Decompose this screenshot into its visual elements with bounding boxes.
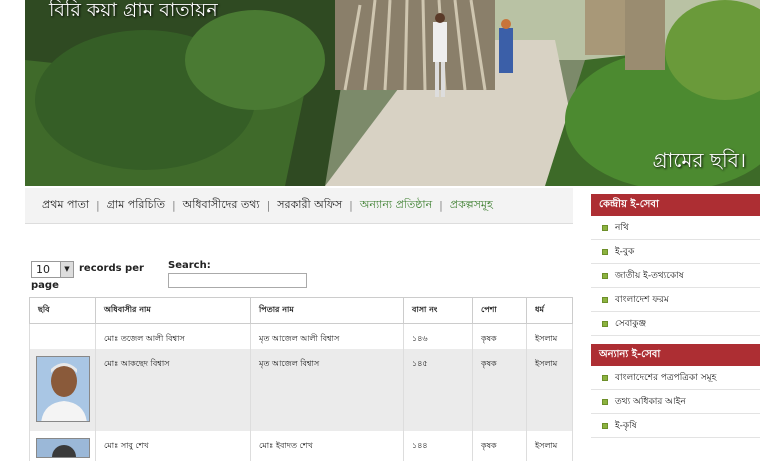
cell-photo — [29, 323, 96, 349]
chevron-down-icon[interactable]: ▼ — [60, 262, 73, 277]
sidebar-item-label: তথ্য অধিকার আইন — [615, 397, 686, 407]
cell-resident-name: মোঃ আকছেদ বিশ্বাস — [95, 348, 251, 431]
records-per-label: records per — [79, 263, 144, 274]
village-banner-photo: বিরি কয়া গ্রাম বাতায়ন গ্রামের ছবি। — [25, 0, 760, 186]
column-header-house-no[interactable]: বাসা নং — [403, 297, 473, 324]
sidebar-item-label: জাতীয় ই-তথ্যকোষ — [615, 271, 684, 281]
page-left-margin — [0, 0, 25, 450]
page-length-select[interactable]: 10 ▼ — [31, 261, 74, 278]
sidebar-item-label: সেবাকুঞ্জ — [615, 319, 647, 329]
nav-other-institutions[interactable]: অন্যান্য প্রতিষ্ঠান — [353, 196, 439, 215]
cell-father-name: মৃত আজেল বিশ্বাস — [250, 348, 404, 431]
search-input[interactable] — [168, 273, 307, 288]
cell-house-no: ১৪৪ — [403, 430, 473, 461]
sidebar-heading-other-eservices: অন্যান্য ই-সেবা — [591, 344, 760, 366]
sidebar-item-label: বাংলাদেশের পত্রপত্রিকা সমূহ — [615, 373, 717, 383]
bullet-icon — [602, 249, 608, 255]
bullet-icon — [602, 375, 608, 381]
table-row: মোঃ আকছেদ বিশ্বাস মৃত আজেল বিশ্বাস ১৪৫ ক… — [29, 348, 573, 431]
main-navigation: প্রথম পাতা | গ্রাম পরিচিতি | অধিবাসীদের … — [25, 188, 573, 224]
sidebar: কেন্দ্রীয় ই-সেবা নথি ই-বুক জাতীয় ই-তথ্… — [591, 194, 760, 450]
column-header-photo[interactable]: ছবি — [29, 297, 96, 324]
cell-religion: ইসলাম — [526, 348, 573, 431]
cell-profession: কৃষক — [472, 348, 527, 431]
sidebar-item-label: ই-বুক — [615, 247, 635, 257]
bullet-icon — [602, 273, 608, 279]
cell-father-name: মৃত আজেল আলী বিশ্বাস — [250, 323, 404, 349]
sidebar-item-label: নথি — [615, 223, 629, 233]
sidebar-heading-central-eservices: কেন্দ্রীয় ই-সেবা — [591, 194, 760, 216]
table-row: মোঃ তজেল আলী বিশ্বাস মৃত আজেল আলী বিশ্বা… — [29, 323, 573, 349]
sidebar-item-national-einfo[interactable]: জাতীয় ই-তথ্যকোষ — [591, 264, 760, 288]
bullet-icon — [602, 225, 608, 231]
nav-projects[interactable]: প্রকল্পসমূহ — [443, 196, 500, 215]
table-controls: 10 ▼ records per page Search: — [31, 258, 331, 298]
cell-house-no: ১৪৬ — [403, 323, 473, 349]
nav-home[interactable]: প্রথম পাতা — [35, 196, 96, 215]
cell-father-name: মোঃ ইবাদত শেখ — [250, 430, 404, 461]
table-header-row: ছবি অধিবাসীর নাম পিতার নাম বাসা নং পেশা … — [29, 297, 573, 324]
sidebar-list-other: বাংলাদেশের পত্রপত্রিকা সমূহ তথ্য অধিকার … — [591, 366, 760, 438]
sidebar-item-label: ই-কৃষি — [615, 421, 637, 431]
person-photo-image — [37, 438, 89, 457]
cell-religion: ইসলাম — [526, 430, 573, 461]
nav-residents-info[interactable]: অধিবাসীদের তথ্য — [176, 196, 267, 215]
bullet-icon — [602, 297, 608, 303]
nav-village-intro[interactable]: গ্রাম পরিচিতি — [100, 196, 172, 215]
cell-resident-name: মোঃ তজেল আলী বিশ্বাস — [95, 323, 251, 349]
column-header-resident-name[interactable]: অধিবাসীর নাম — [95, 297, 251, 324]
column-header-religion[interactable]: ধর্ম — [526, 297, 573, 324]
search-label: Search: — [168, 260, 211, 271]
page-length-value: 10 — [36, 263, 50, 276]
sidebar-item-label: বাংলাদেশ ফরম — [615, 295, 669, 305]
sidebar-item-sebakunjo[interactable]: সেবাকুঞ্জ — [591, 312, 760, 336]
sidebar-item-bangladesh-form[interactable]: বাংলাদেশ ফরম — [591, 288, 760, 312]
resident-photo — [36, 437, 90, 458]
residents-table: ছবি অধিবাসীর নাম পিতার নাম বাসা নং পেশা … — [29, 297, 573, 461]
bullet-icon — [602, 321, 608, 327]
cell-religion: ইসলাম — [526, 323, 573, 349]
bullet-icon — [602, 399, 608, 405]
sidebar-item-rti-act[interactable]: তথ্য অধিকার আইন — [591, 390, 760, 414]
sidebar-item-newspapers[interactable]: বাংলাদেশের পত্রপত্রিকা সমূহ — [591, 366, 760, 390]
column-header-father-name[interactable]: পিতার নাম — [250, 297, 404, 324]
records-page-label: page — [31, 280, 59, 291]
resident-photo — [36, 355, 90, 422]
cell-profession: কৃষক — [472, 323, 527, 349]
cell-resident-name: মোঃ সাবু শেখ — [95, 430, 251, 461]
person-photo-image — [37, 356, 89, 421]
sidebar-item-ebook[interactable]: ই-বুক — [591, 240, 760, 264]
bullet-icon — [602, 423, 608, 429]
sidebar-item-ekrishi[interactable]: ই-কৃষি — [591, 414, 760, 438]
cell-house-no: ১৪৫ — [403, 348, 473, 431]
cell-photo — [29, 430, 96, 461]
cell-photo — [29, 348, 96, 431]
table-row: মোঃ সাবু শেখ মোঃ ইবাদত শেখ ১৪৪ কৃষক ইসলা… — [29, 430, 573, 461]
column-header-profession[interactable]: পেশা — [472, 297, 527, 324]
cell-profession: কৃষক — [472, 430, 527, 461]
banner-caption: গ্রামের ছবি। — [652, 148, 746, 172]
banner-title: বিরি কয়া গ্রাম বাতায়ন — [49, 0, 218, 21]
sidebar-item-nothi[interactable]: নথি — [591, 216, 760, 240]
nav-government-offices[interactable]: সরকারী অফিস — [270, 196, 349, 215]
sidebar-list-central: নথি ই-বুক জাতীয় ই-তথ্যকোষ বাংলাদেশ ফরম … — [591, 216, 760, 336]
